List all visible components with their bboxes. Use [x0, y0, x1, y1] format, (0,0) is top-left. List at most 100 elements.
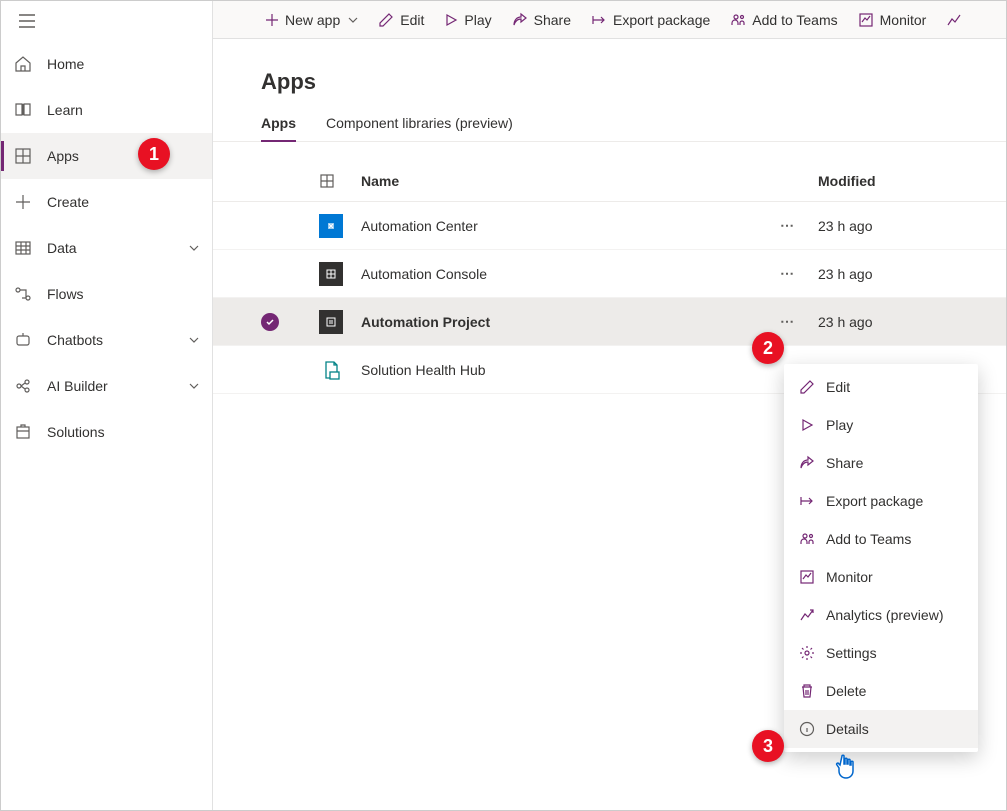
sidebar-item-create[interactable]: Create — [1, 179, 212, 225]
menu-label: Add to Teams — [826, 531, 911, 547]
share-button[interactable]: Share — [502, 1, 581, 38]
trash-icon — [798, 682, 816, 700]
sidebar-label: Data — [47, 240, 77, 256]
menu-play[interactable]: Play — [784, 406, 978, 444]
analytics-icon — [946, 12, 962, 28]
menu-label: Play — [826, 417, 853, 433]
home-icon — [13, 54, 33, 74]
menu-share[interactable]: Share — [784, 444, 978, 482]
pencil-icon — [378, 12, 394, 28]
table-header: Name Modified — [213, 160, 1006, 202]
row-more-button[interactable]: ⋯ — [758, 265, 818, 282]
toolbar-label: Monitor — [880, 12, 927, 28]
menu-teams[interactable]: Add to Teams — [784, 520, 978, 558]
menu-details[interactable]: Details — [784, 710, 978, 748]
col-name-header[interactable]: Name — [361, 173, 758, 189]
sidebar-item-learn[interactable]: Learn — [1, 87, 212, 133]
menu-label: Details — [826, 721, 869, 737]
hamburger-button[interactable] — [13, 7, 41, 35]
context-menu: Edit Play Share Export package Add to Te… — [784, 364, 978, 752]
app-modified: 23 h ago — [818, 314, 958, 330]
teams-icon — [730, 12, 746, 28]
toolbar-label: New app — [285, 12, 340, 28]
more-icon: ⋯ — [780, 313, 796, 330]
sidebar-item-data[interactable]: Data — [1, 225, 212, 271]
menu-label: Export package — [826, 493, 923, 509]
menu-edit[interactable]: Edit — [784, 368, 978, 406]
sidebar-item-apps[interactable]: Apps — [1, 133, 212, 179]
table-row[interactable]: Automation Center ⋯ 23 h ago — [213, 202, 1006, 250]
menu-export[interactable]: Export package — [784, 482, 978, 520]
hamburger-row — [1, 1, 212, 41]
more-icon: ⋯ — [780, 217, 796, 234]
sidebar-item-solutions[interactable]: Solutions — [1, 409, 212, 455]
col-type-icon — [319, 173, 361, 189]
sidebar-label: Learn — [47, 102, 83, 118]
menu-label: Edit — [826, 379, 850, 395]
sidebar-item-ai-builder[interactable]: AI Builder — [1, 363, 212, 409]
new-app-button[interactable]: New app — [255, 1, 368, 38]
monitor-button[interactable]: Monitor — [848, 1, 937, 38]
page-title: Apps — [213, 69, 1006, 115]
app-type-icon — [319, 358, 361, 382]
teams-button[interactable]: Add to Teams — [720, 1, 847, 38]
col-modified-header[interactable]: Modified — [818, 173, 958, 189]
play-icon — [444, 13, 458, 27]
app-type-icon — [319, 214, 361, 238]
toolbar-label: Edit — [400, 12, 424, 28]
toolbar-label: Export package — [613, 12, 710, 28]
info-icon — [798, 720, 816, 738]
monitor-icon — [798, 568, 816, 586]
row-more-button[interactable]: ⋯ — [758, 313, 818, 330]
tabs: Apps Component libraries (preview) — [213, 115, 1006, 142]
ai-icon — [13, 376, 33, 396]
menu-label: Analytics (preview) — [826, 607, 943, 623]
hamburger-icon — [19, 14, 35, 28]
menu-delete[interactable]: Delete — [784, 672, 978, 710]
tab-apps[interactable]: Apps — [261, 115, 296, 141]
pencil-icon — [798, 378, 816, 396]
menu-monitor[interactable]: Monitor — [784, 558, 978, 596]
sidebar-item-home[interactable]: Home — [1, 41, 212, 87]
sidebar-label: Flows — [47, 286, 84, 302]
share-icon — [798, 454, 816, 472]
sidebar-label: Create — [47, 194, 89, 210]
menu-label: Share — [826, 455, 863, 471]
sidebar-label: Chatbots — [47, 332, 103, 348]
play-icon — [798, 416, 816, 434]
menu-analytics[interactable]: Analytics (preview) — [784, 596, 978, 634]
app-name: Automation Center — [361, 218, 758, 234]
app-name: Automation Console — [361, 266, 758, 282]
export-icon — [591, 12, 607, 28]
sidebar-label: Solutions — [47, 424, 105, 440]
export-icon — [798, 492, 816, 510]
sidebar-label: AI Builder — [47, 378, 108, 394]
app-modified: 23 h ago — [818, 218, 958, 234]
menu-settings[interactable]: Settings — [784, 634, 978, 672]
table-row[interactable]: Automation Console ⋯ 23 h ago — [213, 250, 1006, 298]
tab-components[interactable]: Component libraries (preview) — [326, 115, 513, 141]
sidebar-item-chatbots[interactable]: Chatbots — [1, 317, 212, 363]
row-check[interactable] — [261, 313, 319, 331]
play-button[interactable]: Play — [434, 1, 501, 38]
sidebar-item-flows[interactable]: Flows — [1, 271, 212, 317]
toolbar-label: Play — [464, 12, 491, 28]
chatbot-icon — [13, 330, 33, 350]
analytics-button-cut[interactable] — [936, 1, 972, 38]
apps-icon — [13, 146, 33, 166]
chevron-down-icon — [348, 15, 358, 25]
app-name: Automation Project — [361, 314, 758, 330]
row-more-button[interactable]: ⋯ — [758, 217, 818, 234]
teams-icon — [798, 530, 816, 548]
data-icon — [13, 238, 33, 258]
table-row[interactable]: Automation Project ⋯ 23 h ago — [213, 298, 1006, 346]
toolbar-label: Share — [534, 12, 571, 28]
book-icon — [13, 100, 33, 120]
plus-icon — [13, 192, 33, 212]
chevron-down-icon — [188, 242, 200, 254]
edit-button[interactable]: Edit — [368, 1, 434, 38]
app-type-icon — [319, 310, 361, 334]
analytics-icon — [798, 606, 816, 624]
export-button[interactable]: Export package — [581, 1, 720, 38]
toolbar-label: Add to Teams — [752, 12, 837, 28]
